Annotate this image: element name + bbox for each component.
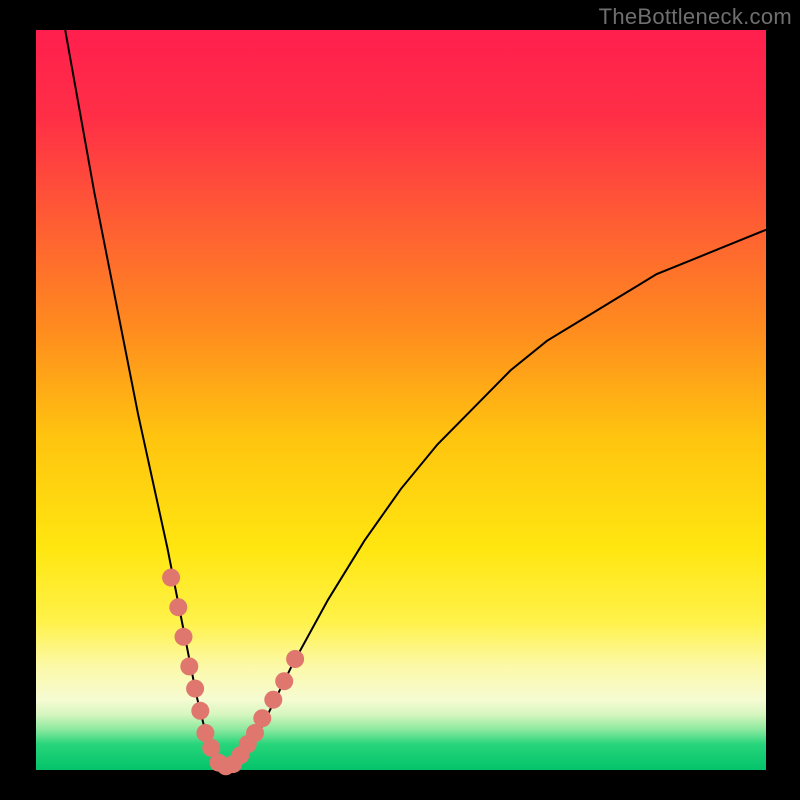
plot-background <box>36 30 766 770</box>
marker-dot <box>191 702 209 720</box>
chart-frame: TheBottleneck.com <box>0 0 800 800</box>
marker-dot <box>286 650 304 668</box>
watermark-text: TheBottleneck.com <box>599 4 792 30</box>
marker-dot <box>180 657 198 675</box>
marker-dot <box>253 709 271 727</box>
marker-dot <box>169 598 187 616</box>
marker-dot <box>175 628 193 646</box>
marker-dot <box>186 680 204 698</box>
marker-dot <box>275 672 293 690</box>
marker-dot <box>264 691 282 709</box>
bottleneck-chart <box>0 0 800 800</box>
marker-dot <box>162 569 180 587</box>
